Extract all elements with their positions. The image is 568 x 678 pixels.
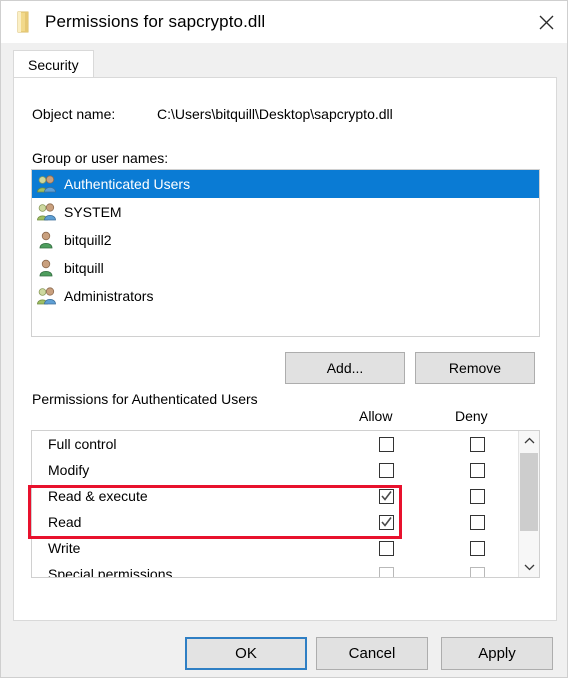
- ok-button[interactable]: OK: [185, 637, 307, 670]
- cancel-button-label: Cancel: [348, 645, 396, 662]
- permission-name: Modify: [48, 462, 90, 478]
- object-name-label: Object name:: [32, 106, 116, 122]
- list-item-label: Authenticated Users: [64, 176, 191, 192]
- apply-button-label: Apply: [478, 645, 516, 662]
- permissions-rows: Full control Modify Read & execute Read …: [32, 431, 520, 577]
- allow-checkbox[interactable]: [379, 436, 394, 452]
- permissions-title: Permissions for Authenticated Users: [32, 391, 258, 407]
- allow-checkbox[interactable]: [379, 540, 394, 556]
- list-item-label: bitquill2: [64, 232, 112, 248]
- close-icon[interactable]: [523, 1, 567, 43]
- table-row[interactable]: Write: [32, 535, 520, 561]
- permissions-list[interactable]: Full control Modify Read & execute Read …: [31, 430, 540, 578]
- allow-column-header: Allow: [359, 408, 393, 424]
- scroll-up-icon[interactable]: [519, 431, 539, 451]
- group-icon: [36, 286, 58, 306]
- deny-checkbox[interactable]: [470, 566, 485, 577]
- list-item-label: SYSTEM: [64, 204, 122, 220]
- remove-button-label: Remove: [448, 360, 502, 376]
- ok-button-label: OK: [235, 645, 257, 662]
- deny-checkbox[interactable]: [470, 540, 485, 556]
- object-name-value: C:\Users\bitquill\Desktop\sapcrypto.dll: [157, 106, 393, 122]
- permission-name: Full control: [48, 436, 117, 452]
- table-row[interactable]: Read: [32, 509, 520, 535]
- list-item[interactable]: Authenticated Users: [32, 170, 539, 198]
- table-row[interactable]: Read & execute: [32, 483, 520, 509]
- allow-checkbox[interactable]: [379, 566, 394, 577]
- list-item-label: bitquill: [64, 260, 104, 276]
- table-row[interactable]: Modify: [32, 457, 520, 483]
- permission-name: Special permissions: [48, 566, 173, 577]
- table-row[interactable]: Special permissions: [32, 561, 520, 577]
- apply-button[interactable]: Apply: [441, 637, 553, 670]
- permission-name: Read & execute: [48, 488, 148, 504]
- list-item[interactable]: SYSTEM: [32, 198, 539, 226]
- permission-name: Read: [48, 514, 82, 530]
- deny-checkbox[interactable]: [470, 514, 485, 530]
- allow-checkbox[interactable]: [379, 488, 394, 504]
- deny-column-header: Deny: [455, 408, 488, 424]
- scroll-certificate-icon: [13, 11, 33, 33]
- user-icon: [36, 258, 58, 278]
- permissions-dialog: Permissions for sapcrypto.dll Security O…: [0, 0, 568, 678]
- permissions-scrollbar[interactable]: [518, 431, 539, 577]
- tab-strip: Security: [1, 43, 567, 78]
- add-button[interactable]: Add...: [285, 352, 405, 384]
- permission-name: Write: [48, 540, 81, 556]
- user-icon: [36, 230, 58, 250]
- group-icon: [36, 202, 58, 222]
- deny-checkbox[interactable]: [470, 462, 485, 478]
- list-item-label: Administrators: [64, 288, 154, 304]
- tab-security-label: Security: [28, 56, 79, 73]
- title-bar: Permissions for sapcrypto.dll: [1, 1, 567, 43]
- tab-security[interactable]: Security: [13, 50, 94, 78]
- deny-checkbox[interactable]: [470, 488, 485, 504]
- group-or-user-names-list[interactable]: Authenticated Users SYSTEM bitquill2 bit…: [31, 169, 540, 337]
- remove-button[interactable]: Remove: [415, 352, 535, 384]
- list-item[interactable]: bitquill: [32, 254, 539, 282]
- cancel-button[interactable]: Cancel: [316, 637, 428, 670]
- window-title: Permissions for sapcrypto.dll: [45, 12, 266, 31]
- table-row[interactable]: Full control: [32, 431, 520, 457]
- allow-checkbox[interactable]: [379, 462, 394, 478]
- deny-checkbox[interactable]: [470, 436, 485, 452]
- group-list-label: Group or user names:: [32, 150, 169, 166]
- list-item[interactable]: bitquill2: [32, 226, 539, 254]
- scroll-down-icon[interactable]: [519, 557, 539, 577]
- scrollbar-thumb[interactable]: [520, 453, 538, 531]
- allow-checkbox[interactable]: [379, 514, 394, 530]
- add-button-label: Add...: [326, 360, 364, 376]
- list-item[interactable]: Administrators: [32, 282, 539, 310]
- security-tab-panel: Object name: C:\Users\bitquill\Desktop\s…: [13, 77, 557, 621]
- group-icon: [36, 174, 58, 194]
